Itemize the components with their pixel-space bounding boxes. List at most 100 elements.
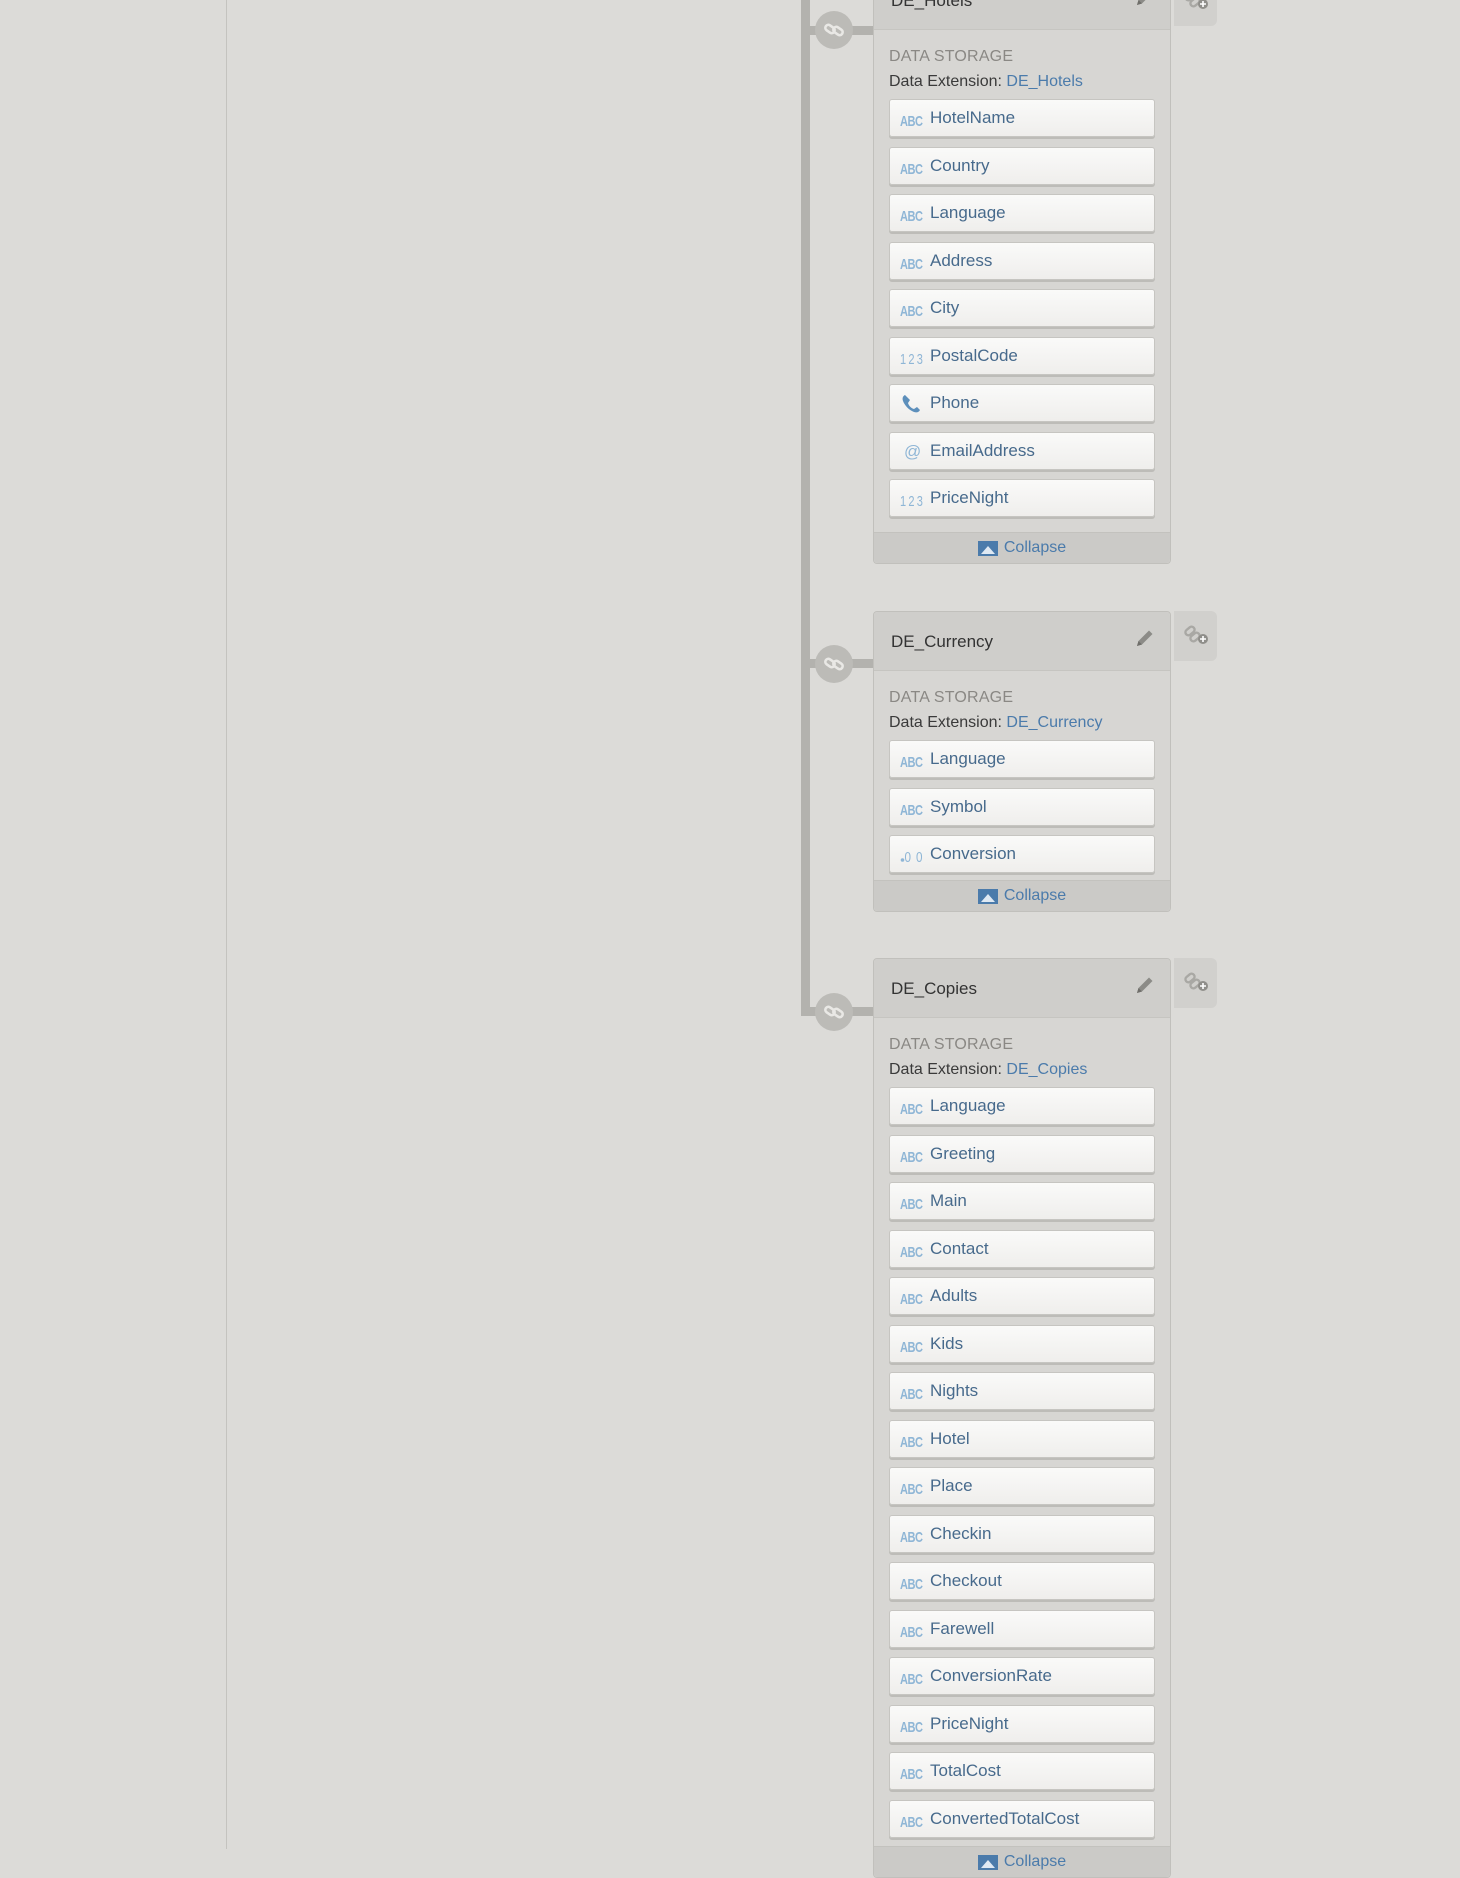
field-label: PriceNight — [930, 488, 1009, 507]
abc-text-icon: ABC — [900, 203, 924, 223]
data-extension-line: Data Extension: DE_Currency — [889, 714, 1170, 732]
left-panel-divider — [226, 0, 227, 1849]
edit-pencil-icon[interactable] — [1132, 625, 1158, 651]
collapse-button[interactable]: Collapse — [874, 880, 1170, 911]
field-label: City — [930, 298, 960, 317]
collapse-button[interactable]: Collapse — [874, 1846, 1170, 1877]
svg-text:123: 123 — [900, 493, 923, 507]
field-label: Address — [930, 250, 993, 270]
abc-text-icon: ABC — [900, 1619, 924, 1639]
svg-text:ABC: ABC — [900, 208, 923, 222]
data-extension-prefix: Data Extension: — [889, 714, 1002, 731]
field-list: ABC Language ABC Greeting ABC Main ABC Contact A… — [889, 1087, 1170, 1838]
field-item[interactable]: ABC HotelName — [889, 99, 1155, 137]
svg-text:ABC: ABC — [900, 160, 923, 174]
abc-text-icon: ABC — [900, 1809, 924, 1829]
field-list: ABC HotelName ABC Country ABC Language ABC Addr… — [889, 99, 1170, 517]
field-label: Farewell — [930, 1618, 995, 1638]
svg-text:ABC: ABC — [900, 1148, 923, 1162]
field-item[interactable]: ABC Hotel — [889, 1419, 1155, 1458]
field-label: Language — [930, 203, 1006, 222]
card-title: DE_Hotels — [891, 0, 973, 10]
field-item[interactable]: ABC Place — [889, 1467, 1155, 1505]
svg-text:ABC: ABC — [900, 1338, 923, 1352]
phone-icon — [900, 393, 924, 413]
field-item[interactable]: ABC Country — [889, 146, 1155, 185]
field-item[interactable]: ABC Adults — [889, 1277, 1155, 1315]
abc-text-icon: ABC — [900, 1714, 924, 1734]
field-label: Country — [930, 155, 990, 175]
svg-text:ABC: ABC — [900, 1243, 923, 1257]
relate-tab[interactable] — [1174, 958, 1217, 1008]
data-extension-line: Data Extension: DE_Hotels — [889, 73, 1170, 91]
svg-text:ABC: ABC — [900, 113, 923, 127]
field-list: ABC Language ABC Symbol 00 Conversion — [889, 740, 1170, 873]
field-item[interactable]: ABC Language — [889, 740, 1155, 778]
field-item[interactable]: 123 PostalCode — [889, 336, 1155, 375]
abc-text-icon: ABC — [900, 797, 924, 817]
svg-text:ABC: ABC — [900, 1623, 923, 1637]
field-item[interactable]: ABC Checkout — [889, 1562, 1155, 1600]
relationship-trunk-line — [801, 0, 810, 1015]
field-item[interactable]: Phone — [889, 384, 1155, 422]
field-label: Conversion — [930, 844, 1016, 863]
field-item[interactable]: ABC Address — [889, 241, 1155, 280]
link-node-icon[interactable] — [815, 993, 853, 1031]
data-extension-link[interactable]: DE_Hotels — [1006, 73, 1082, 90]
edit-pencil-icon[interactable] — [1132, 972, 1158, 998]
abc-text-icon: ABC — [900, 156, 924, 176]
field-item[interactable]: 00 Conversion — [889, 835, 1155, 873]
field-item[interactable]: @ EmailAddress — [889, 431, 1155, 470]
relate-tab[interactable] — [1174, 0, 1217, 26]
field-item[interactable]: ABC Nights — [889, 1372, 1155, 1410]
field-item[interactable]: ABC Kids — [889, 1324, 1155, 1363]
data-extension-link[interactable]: DE_Currency — [1006, 714, 1102, 731]
field-item[interactable]: ABC ConversionRate — [889, 1657, 1155, 1695]
svg-text:ABC: ABC — [900, 1101, 923, 1115]
svg-text:ABC: ABC — [900, 1291, 923, 1305]
field-item[interactable]: ABC City — [889, 289, 1155, 327]
field-label: Main — [930, 1191, 967, 1210]
svg-text:@: @ — [904, 442, 921, 461]
field-label: Kids — [930, 1333, 964, 1353]
field-item[interactable]: ABC TotalCost — [889, 1752, 1155, 1790]
svg-text:ABC: ABC — [900, 1576, 923, 1590]
field-item[interactable]: ABC ConvertedTotalCost — [889, 1799, 1155, 1838]
field-item[interactable]: 123 PriceNight — [889, 479, 1155, 517]
field-item[interactable]: ABC Contact — [889, 1229, 1155, 1268]
field-item[interactable]: ABC PriceNight — [889, 1704, 1155, 1743]
abc-text-icon: ABC — [900, 1524, 924, 1544]
link-node-icon[interactable] — [815, 11, 853, 49]
abc-text-icon: ABC — [900, 1666, 924, 1686]
svg-text:ABC: ABC — [900, 1813, 923, 1827]
field-label: Checkin — [930, 1523, 992, 1543]
abc-text-icon: ABC — [900, 1144, 924, 1164]
field-item[interactable]: ABC Language — [889, 1087, 1155, 1125]
abc-text-icon: ABC — [900, 298, 924, 318]
card-header: DE_Copies — [874, 959, 1170, 1018]
collapse-button[interactable]: Collapse — [874, 532, 1170, 563]
svg-text:ABC: ABC — [900, 1386, 923, 1400]
field-item[interactable]: ABC Symbol — [889, 787, 1155, 826]
123-number-icon: 123 — [900, 488, 924, 508]
abc-text-icon: ABC — [900, 1334, 924, 1354]
field-label: Symbol — [930, 796, 987, 816]
data-extension-prefix: Data Extension: — [889, 1061, 1002, 1078]
field-item[interactable]: ABC Language — [889, 194, 1155, 232]
field-label: Nights — [930, 1381, 979, 1400]
field-label: HotelName — [930, 108, 1016, 127]
svg-text:ABC: ABC — [900, 1718, 923, 1732]
field-item[interactable]: ABC Greeting — [889, 1134, 1155, 1173]
svg-text:ABC: ABC — [900, 1528, 923, 1542]
field-item[interactable]: ABC Checkin — [889, 1514, 1155, 1553]
svg-text:ABC: ABC — [900, 1433, 923, 1447]
data-extension-card: DE_Copies DATA STORAGE Data Extension: DE_… — [873, 958, 1171, 1878]
data-extension-link[interactable]: DE_Copies — [1006, 1061, 1087, 1078]
relate-tab[interactable] — [1174, 611, 1217, 661]
field-item[interactable]: ABC Main — [889, 1182, 1155, 1220]
link-node-icon[interactable] — [815, 645, 853, 683]
edit-pencil-icon[interactable] — [1132, 0, 1158, 10]
field-item[interactable]: ABC Farewell — [889, 1609, 1155, 1648]
field-label: TotalCost — [930, 1761, 1001, 1780]
abc-text-icon: ABC — [900, 749, 924, 769]
